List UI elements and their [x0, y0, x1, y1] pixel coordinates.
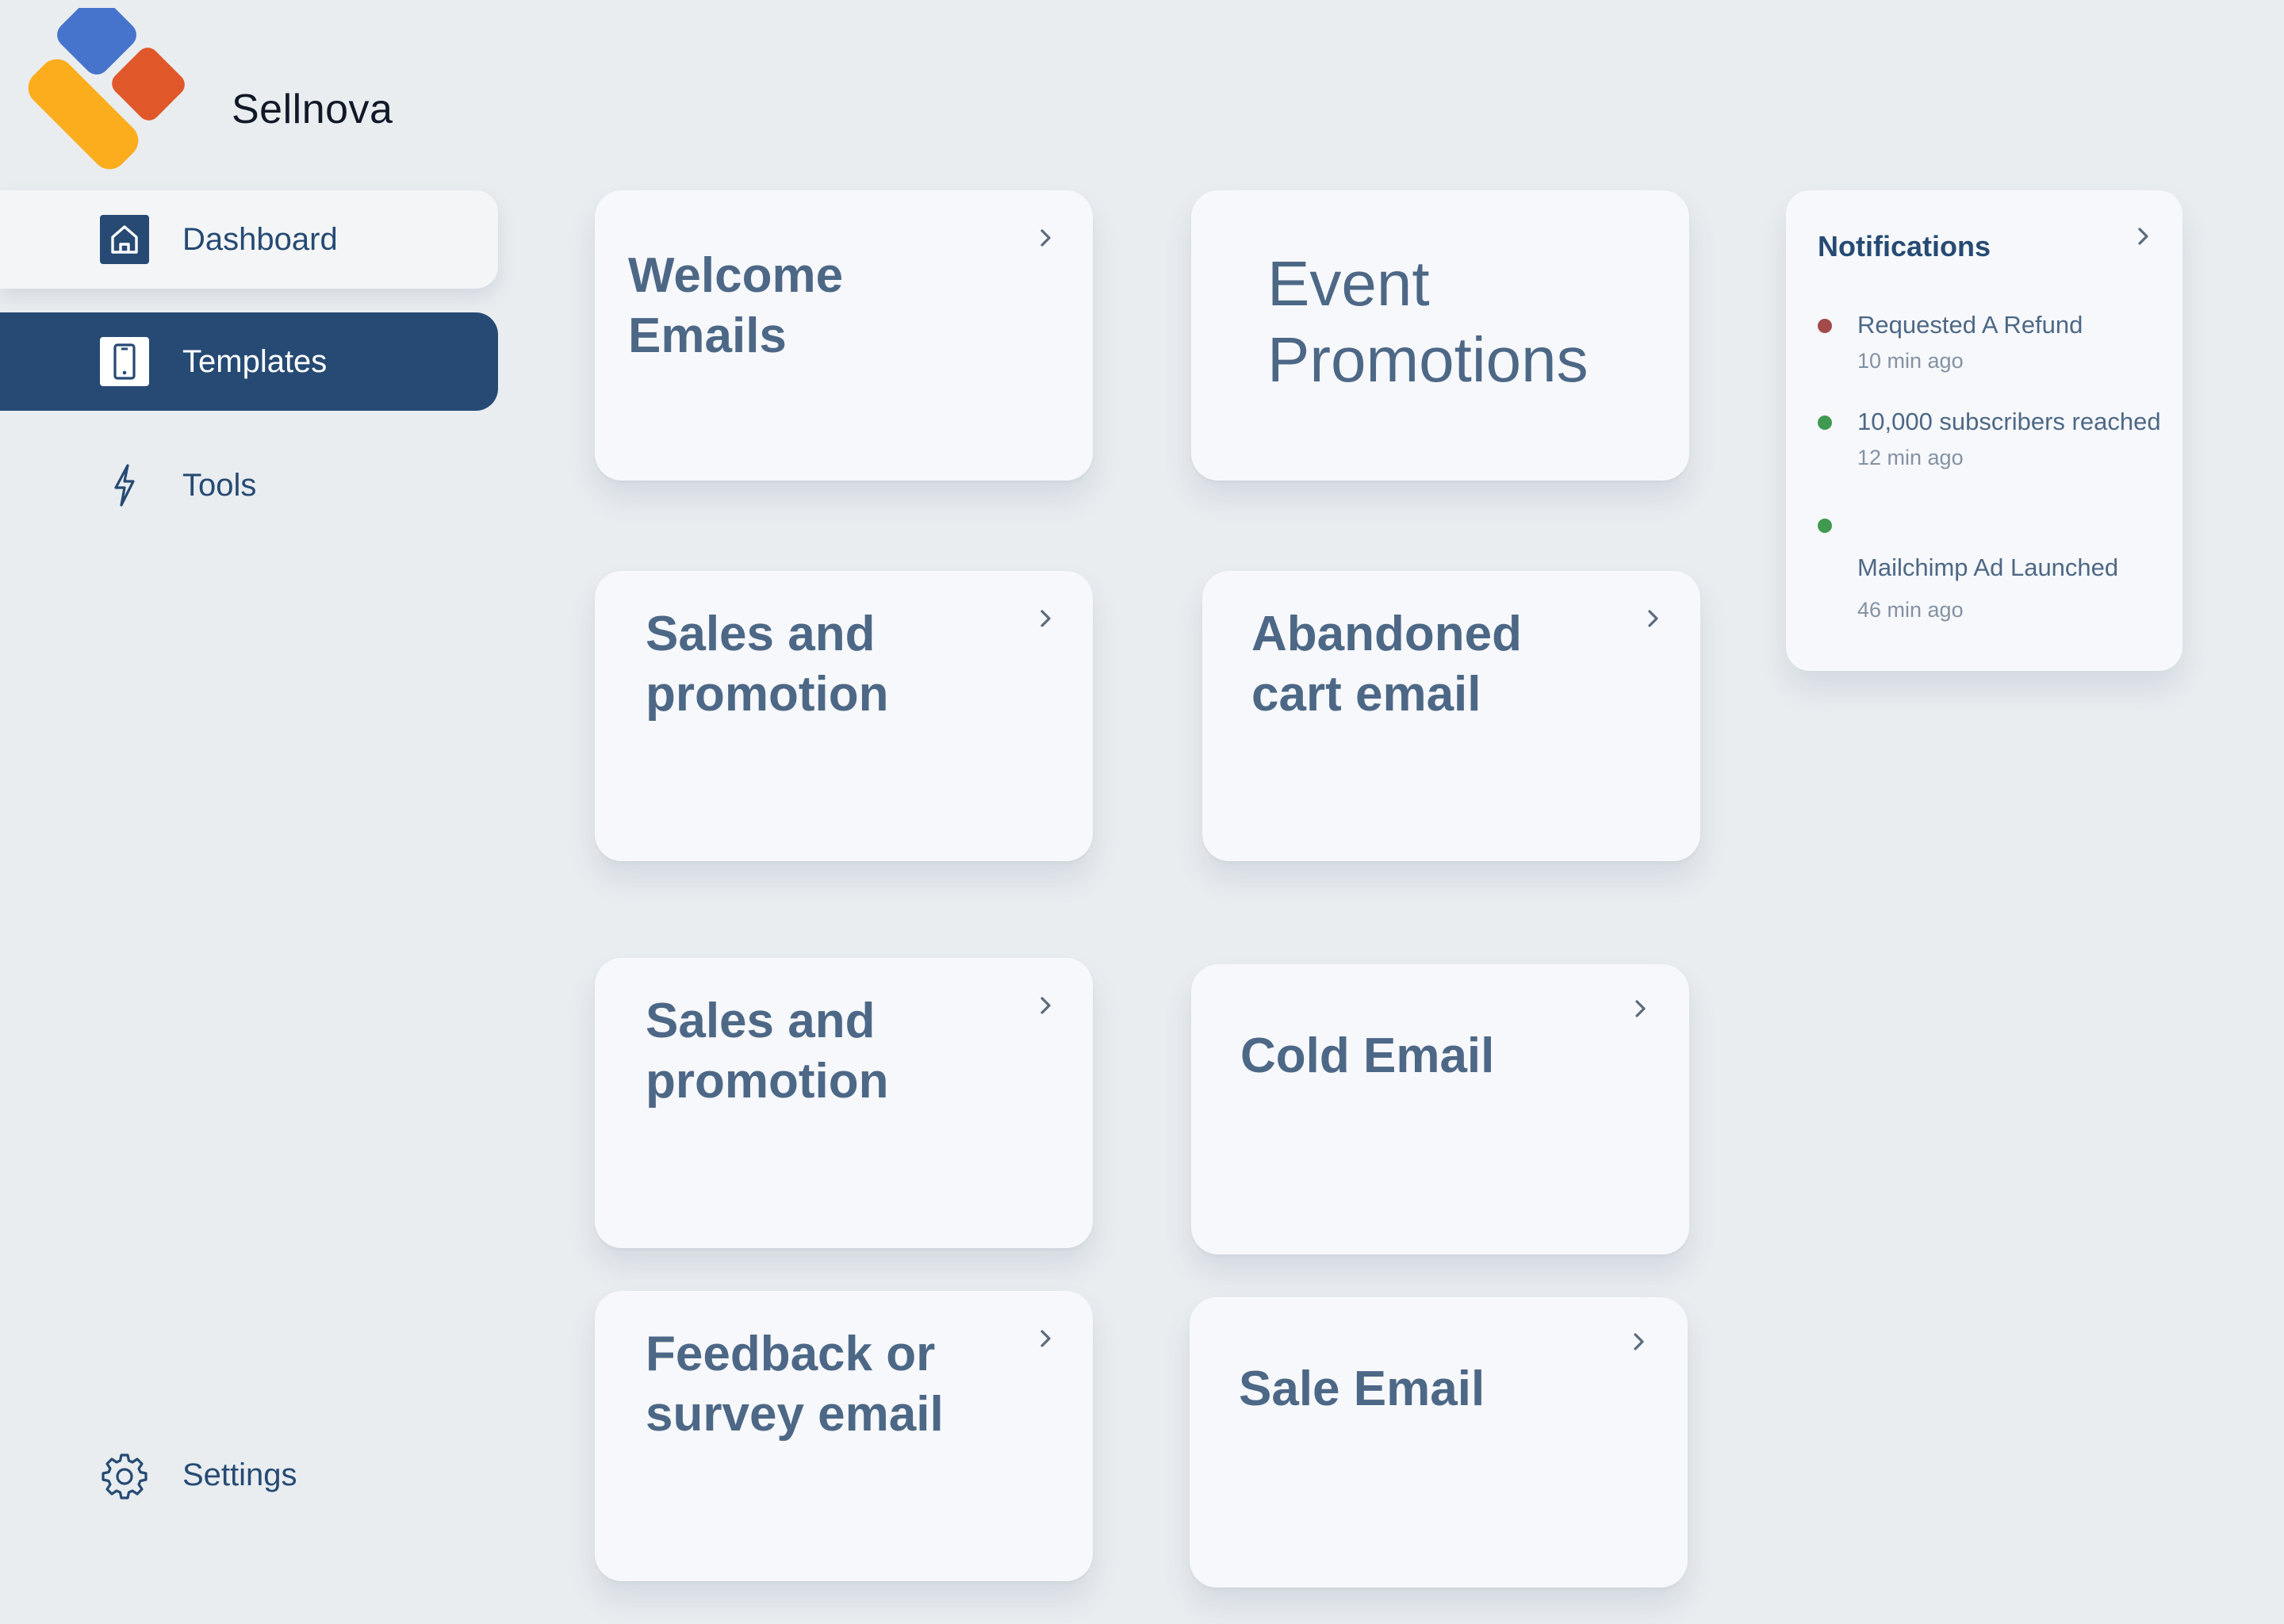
- chevron-right-icon: [1040, 997, 1051, 1014]
- status-dot: [1818, 416, 1832, 430]
- notification-text: Requested A Refund: [1857, 311, 2083, 339]
- card-title: Sales and promotion: [646, 607, 889, 722]
- gear-icon: [100, 1450, 149, 1500]
- notification-time: 12 min ago: [1857, 446, 1964, 469]
- card-title: Cold Email: [1240, 1028, 1495, 1083]
- chevron-right-icon[interactable]: [2130, 224, 2156, 249]
- card-title: Sales and promotion: [646, 994, 889, 1109]
- notification-text: 10,000 subscribers reached: [1857, 408, 2161, 435]
- phone-icon: [100, 337, 149, 386]
- chevron-right-icon: [1634, 1333, 1644, 1350]
- notification-text: Mailchimp Ad Launched: [1857, 553, 2119, 581]
- template-card-abandoned-cart-email[interactable]: Abandoned cart email: [1202, 571, 1700, 861]
- sidebar-item-label: Settings: [182, 1457, 297, 1492]
- card-title: Welcome Emails: [628, 248, 844, 363]
- brand-name: Sellnova: [232, 86, 393, 132]
- template-card-sales-and-promotion-2[interactable]: Sales and promotion: [595, 958, 1093, 1248]
- chevron-right-icon: [1040, 1330, 1051, 1347]
- sidebar-item-label: Dashboard: [182, 221, 338, 257]
- notification-time: 10 min ago: [1857, 349, 1964, 373]
- status-dot: [1818, 319, 1832, 333]
- card-title: Sale Email: [1239, 1362, 1485, 1416]
- template-card-sale-email[interactable]: Sale Email: [1190, 1297, 1688, 1588]
- status-dot: [1818, 519, 1832, 533]
- template-card-cold-email[interactable]: Cold Email: [1191, 964, 1689, 1254]
- logo-mark-icon: [28, 0, 185, 170]
- lightning-icon: [100, 461, 149, 510]
- notifications-panel: Notifications Requested A Refund 10 min …: [1786, 190, 2182, 671]
- sidebar-item-settings[interactable]: Settings: [0, 1426, 498, 1524]
- sidebar-item-label: Templates: [182, 343, 328, 379]
- template-card-welcome-emails[interactable]: Welcome Emails: [595, 190, 1093, 481]
- chevron-right-icon: [1635, 1000, 1646, 1017]
- sidebar-item-dashboard[interactable]: Dashboard: [0, 190, 498, 289]
- chevron-right-icon: [1040, 229, 1051, 247]
- template-card-sales-and-promotion[interactable]: Sales and promotion: [595, 571, 1093, 861]
- template-card-event-promotions[interactable]: Event Promotions: [1191, 190, 1689, 481]
- sellnova-logo[interactable]: [24, 0, 190, 174]
- card-title: Feedback or survey email: [646, 1327, 944, 1442]
- chevron-right-icon: [1648, 610, 1658, 627]
- sidebar-item-label: Tools: [182, 467, 257, 503]
- sidebar-item-tools[interactable]: Tools: [0, 436, 498, 534]
- template-card-feedback-or-survey-email[interactable]: Feedback or survey email: [595, 1291, 1093, 1581]
- card-title: Event Promotions: [1267, 248, 1588, 395]
- home-icon: [100, 215, 149, 264]
- notifications-title: Notifications: [1818, 230, 1991, 262]
- sidebar-item-templates[interactable]: Templates: [0, 312, 498, 411]
- notification-time: 46 min ago: [1857, 598, 1964, 622]
- card-title: Abandoned cart email: [1251, 607, 1522, 722]
- chevron-right-icon: [1040, 610, 1051, 627]
